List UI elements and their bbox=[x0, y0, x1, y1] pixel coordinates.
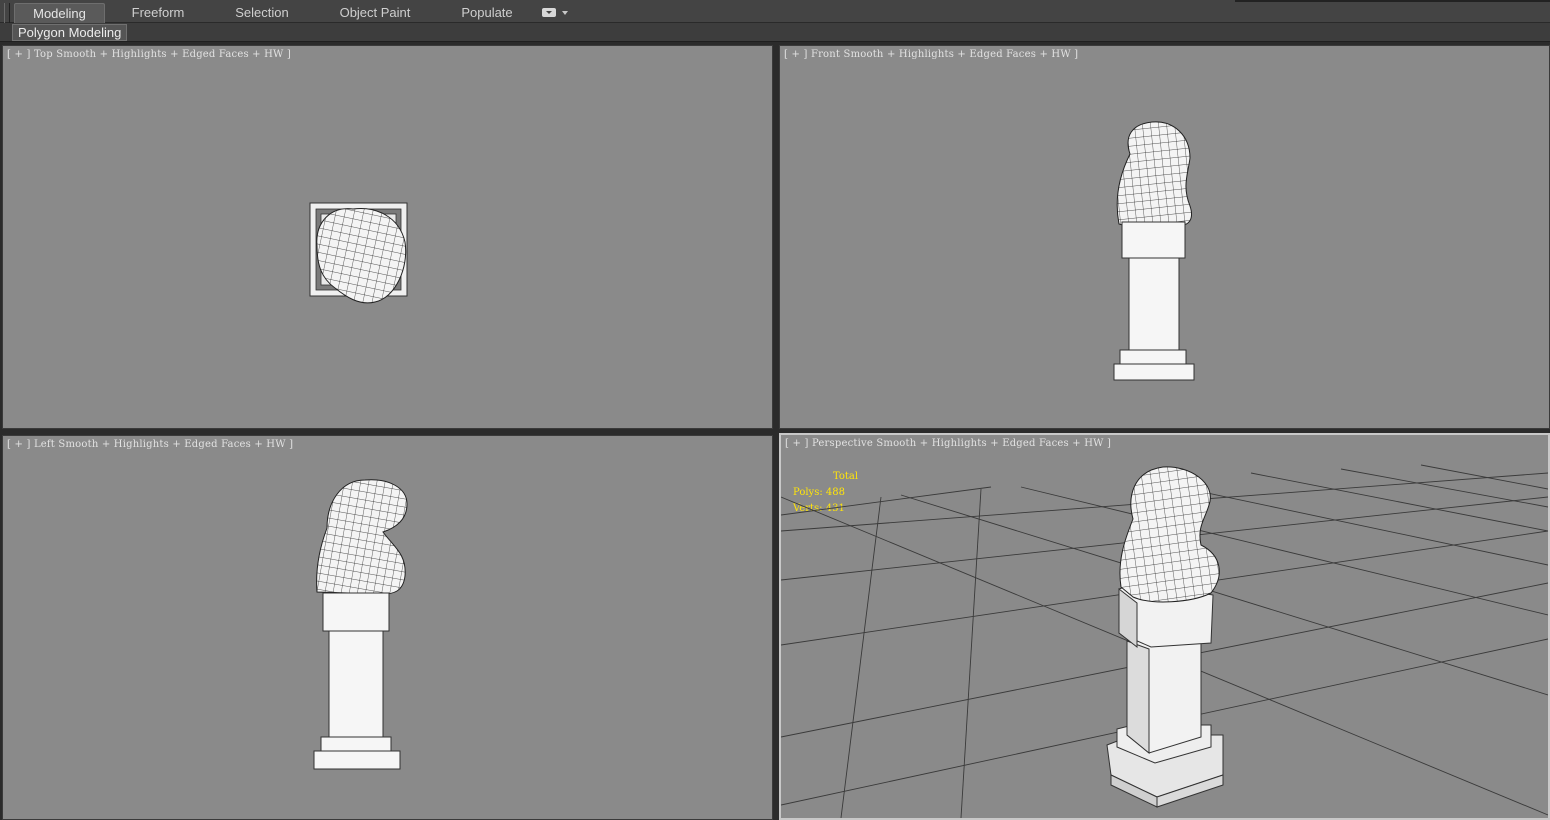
ribbon-divider bbox=[1235, 0, 1550, 2]
top-view-model bbox=[309, 202, 408, 304]
tab-modeling[interactable]: Modeling bbox=[14, 3, 105, 23]
viewport-left[interactable]: [ + ] Left Smooth + Highlights + Edged F… bbox=[2, 435, 773, 820]
viewport-top[interactable]: [ + ] Top Smooth + Highlights + Edged Fa… bbox=[2, 45, 773, 429]
dropdown-box-icon bbox=[542, 8, 556, 17]
viewport-front[interactable]: [ + ] Front Smooth + Highlights + Edged … bbox=[779, 45, 1550, 429]
viewport-perspective[interactable]: [ + ] Perspective Smooth + Highlights + … bbox=[779, 433, 1550, 820]
tab-object-paint[interactable]: Object Paint bbox=[325, 3, 425, 23]
ribbon-panel-bar: Polygon Modeling bbox=[0, 23, 1550, 42]
chevron-down-icon bbox=[562, 11, 568, 15]
polygon-modeling-panel-button[interactable]: Polygon Modeling bbox=[12, 24, 128, 41]
ribbon-bar: Modeling Freeform Selection Object Paint… bbox=[0, 0, 1550, 37]
tab-populate[interactable]: Populate bbox=[442, 3, 532, 23]
ribbon-options-dropdown[interactable] bbox=[542, 6, 572, 20]
tab-freeform[interactable]: Freeform bbox=[113, 3, 203, 23]
perspective-model bbox=[1106, 466, 1224, 808]
front-view-model bbox=[1113, 121, 1195, 381]
tab-selection[interactable]: Selection bbox=[213, 3, 311, 23]
left-view-model bbox=[313, 479, 408, 770]
